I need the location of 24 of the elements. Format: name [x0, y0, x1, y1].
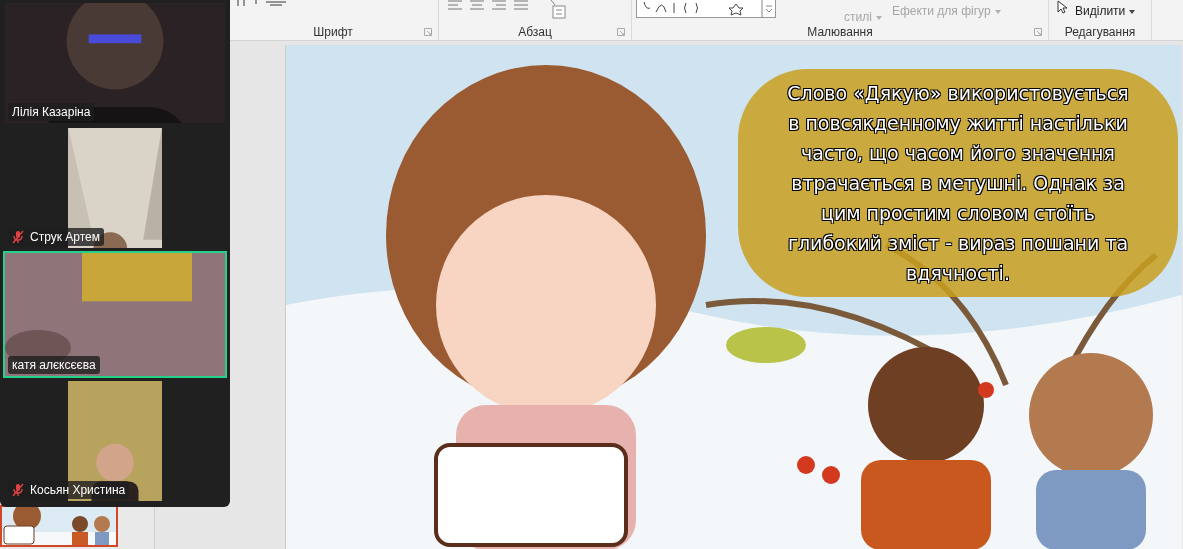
- video-tile[interactable]: Лілія Казаріна: [3, 1, 227, 125]
- participant-name: Струк Артем: [30, 230, 100, 244]
- align-left-icon[interactable]: [447, 0, 463, 10]
- justify-icon[interactable]: [513, 0, 529, 10]
- dialog-launcher-icon[interactable]: [617, 28, 625, 36]
- caret-icon: [875, 15, 882, 20]
- video-tile[interactable]: катя алєксєєва: [3, 251, 227, 378]
- group-label: Редагування: [1064, 24, 1136, 39]
- participant-name: Косьян Христина: [30, 483, 126, 497]
- group-label: Шрифт: [313, 24, 353, 39]
- dialog-launcher-icon[interactable]: [424, 28, 432, 36]
- ribbon-command[interactable]: Виділити: [1073, 0, 1138, 22]
- participant-name: катя алєксєєва: [12, 358, 96, 372]
- align-center-icon[interactable]: [469, 0, 485, 10]
- participant-name: Лілія Казаріна: [12, 105, 91, 119]
- group-label: Малювання: [807, 24, 873, 39]
- dialog-launcher-icon[interactable]: [1034, 28, 1042, 36]
- align-right-icon[interactable]: [491, 0, 507, 10]
- group-label: Абзац: [518, 24, 552, 39]
- bubble-text: Слово «Дякую» використовується в повсякденному житті настільки часто, що часом його значення втрачається в метушні. Однак за цим простим словом стоїть глибокий зміст - вираз пошани та вдячності.: [786, 81, 1130, 286]
- caret-icon: [994, 9, 1001, 14]
- caret-icon: [1129, 9, 1136, 14]
- shapes-gallery[interactable]: [636, 0, 776, 18]
- video-tile[interactable]: Косьян Христина: [3, 379, 227, 503]
